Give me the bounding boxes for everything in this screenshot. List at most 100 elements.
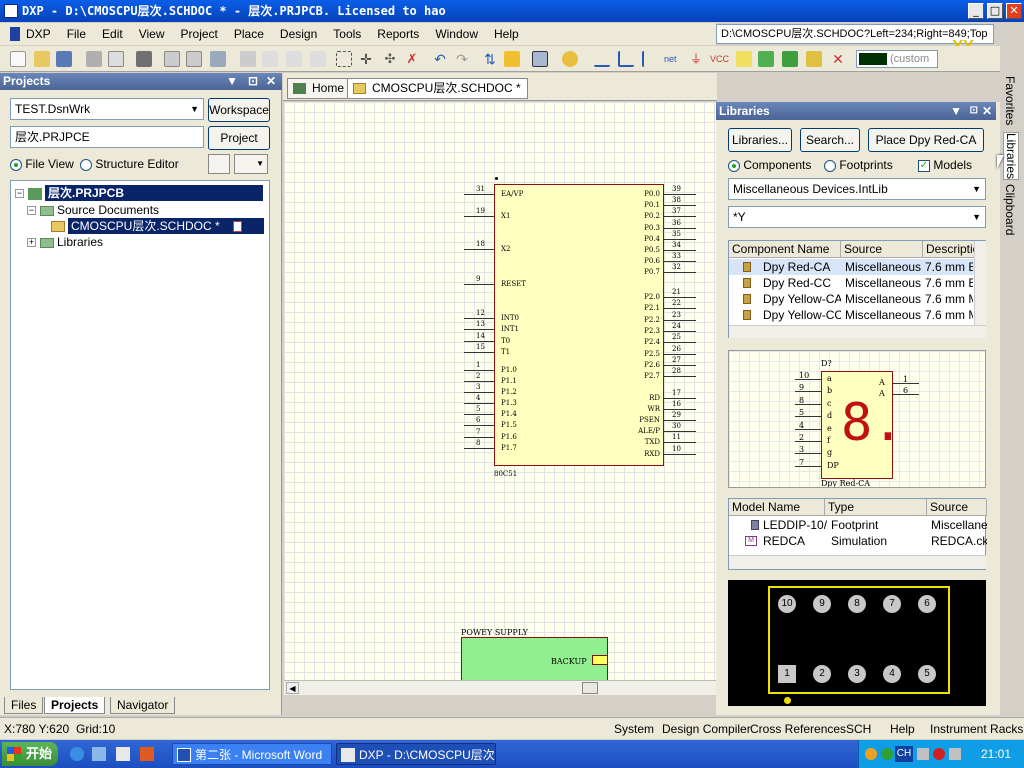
cut-icon[interactable] <box>240 51 256 67</box>
tab-favorites[interactable]: Favorites <box>1003 76 1017 125</box>
minimize-button[interactable]: _ <box>968 3 984 19</box>
paste-icon[interactable] <box>286 51 302 67</box>
model-list-hscroll[interactable] <box>729 555 986 569</box>
open-folder-icon[interactable] <box>34 51 50 67</box>
column-header-source[interactable]: Source <box>841 241 923 258</box>
status-design-compiler[interactable]: Design Compiler <box>662 722 751 736</box>
rubber-stamp-icon[interactable] <box>310 51 326 67</box>
menu-help[interactable]: Help <box>486 27 527 41</box>
menu-view[interactable]: View <box>131 27 173 41</box>
tab-libraries[interactable]: Libraries <box>1003 132 1019 181</box>
layers-icon[interactable] <box>136 51 152 67</box>
menu-place[interactable]: Place <box>226 27 272 41</box>
ground-icon[interactable]: ⏚ <box>688 51 704 67</box>
scroll-left-icon[interactable]: ◀ <box>286 682 299 694</box>
move-icon[interactable]: ✛ <box>358 51 374 67</box>
component-filter-input[interactable]: *Y ▼ <box>728 206 986 228</box>
sheet-symbol-icon[interactable] <box>758 51 774 67</box>
component-row[interactable]: Dpy Red-CA Miscellaneous D7.6 mm Bl <box>729 259 974 275</box>
task-dxp[interactable]: DXP - D:\CMOSCPU层次.... <box>336 743 496 765</box>
expand-icon[interactable]: + <box>27 238 36 248</box>
tray-keyboard-icon[interactable] <box>917 748 929 760</box>
zoom-area-icon[interactable] <box>186 51 202 67</box>
footprints-radio[interactable]: Footprints <box>824 158 893 172</box>
menu-tools[interactable]: Tools <box>325 27 369 41</box>
place-part-icon[interactable] <box>736 51 752 67</box>
backup-port[interactable] <box>592 655 608 665</box>
pin-icon[interactable]: ⊡ <box>970 102 978 120</box>
menu-project[interactable]: Project <box>173 27 226 41</box>
hierarchy-icon[interactable]: ⇅ <box>482 51 498 67</box>
model-row[interactable]: M REDCA Simulation REDCA.ckt <box>729 533 987 549</box>
column-header-model-name[interactable]: Model Name <box>729 499 825 516</box>
panel-menu-icon[interactable]: ▼ <box>226 73 238 90</box>
panel-close-icon[interactable]: ✕ <box>266 73 276 90</box>
column-header-description[interactable]: Descriptio <box>923 241 979 258</box>
tab-clipboard[interactable]: Clipboard <box>1003 184 1017 235</box>
workspace-combo[interactable]: TEST.DsnWrk ▼ <box>10 98 204 120</box>
column-header-component-name[interactable]: Component Name <box>729 241 841 258</box>
bus-icon[interactable] <box>618 51 634 67</box>
component-list-vscroll[interactable] <box>974 241 986 325</box>
vcc-icon[interactable]: VCC <box>710 51 729 67</box>
status-system[interactable]: System <box>614 722 654 736</box>
ie-icon[interactable] <box>70 747 84 761</box>
models-checkbox[interactable]: ✓ Models <box>918 158 972 172</box>
menu-edit[interactable]: Edit <box>94 27 131 41</box>
libraries-button[interactable]: Libraries... <box>728 128 792 152</box>
highlight-icon[interactable] <box>504 51 520 67</box>
custom-color-field[interactable]: (custom <box>856 50 938 68</box>
tree-item-project[interactable]: − 层次.PRJPCB <box>15 185 263 201</box>
new-file-icon[interactable] <box>10 51 26 67</box>
compile-icon[interactable] <box>208 154 230 174</box>
project-button[interactable]: Project <box>208 126 270 150</box>
undo-icon[interactable]: ↶ <box>432 51 448 67</box>
workspace-button[interactable]: Workspace <box>208 98 270 122</box>
tab-projects[interactable]: Projects <box>44 697 106 714</box>
place-component-button[interactable]: Place Dpy Red-CA <box>868 128 984 152</box>
copy-icon[interactable] <box>262 51 278 67</box>
ime-indicator[interactable]: CH <box>895 746 913 762</box>
model-row[interactable]: LEDDIP-10/C Footprint Miscellaneo <box>729 517 987 533</box>
tree-item-source-documents[interactable]: − Source Documents <box>27 202 159 218</box>
no-erc-icon[interactable]: ✕ <box>830 51 846 67</box>
status-instrument-racks[interactable]: Instrument Racks <box>930 722 1023 736</box>
panel-close-icon[interactable]: ✕ <box>982 102 992 120</box>
tray-app-icon[interactable] <box>865 748 877 760</box>
zoom-fit-icon[interactable] <box>210 51 226 67</box>
start-button[interactable]: 开始 <box>2 742 58 766</box>
print-icon[interactable] <box>86 51 102 67</box>
panel-menu-icon[interactable]: ▼ <box>950 102 962 120</box>
canvas-horizontal-scrollbar[interactable]: ◀ <box>284 680 716 695</box>
media-icon[interactable] <box>140 747 154 761</box>
select-icon[interactable]: ✣ <box>382 51 398 67</box>
dxp-app-icon[interactable] <box>4 4 18 18</box>
menu-window[interactable]: Window <box>427 27 486 41</box>
menu-file[interactable]: File <box>59 27 94 41</box>
net-label-icon[interactable]: net <box>664 51 680 67</box>
menu-design[interactable]: Design <box>272 27 325 41</box>
component-list-hscroll[interactable] <box>729 325 986 338</box>
power-supply-sheet[interactable]: BACKUP <box>461 637 608 680</box>
tree-item-libraries[interactable]: + Libraries <box>27 234 103 250</box>
quicklaunch-icon[interactable] <box>92 747 106 761</box>
menu-reports[interactable]: Reports <box>369 27 427 41</box>
library-select[interactable]: Miscellaneous Devices.IntLib ▼ <box>728 178 986 200</box>
tab-home[interactable]: Home <box>287 78 352 99</box>
zoom-icon[interactable] <box>164 51 180 67</box>
task-word[interactable]: 第二张 - Microsoft Word <box>172 743 332 765</box>
tray-network-icon[interactable] <box>881 748 893 760</box>
component-row[interactable]: Dpy Yellow-CA Miscellaneous D7.6 mm M <box>729 291 974 307</box>
tray-security-icon[interactable] <box>933 748 945 760</box>
maximize-button[interactable]: □ <box>987 3 1003 19</box>
redo-icon[interactable]: ↷ <box>454 51 470 67</box>
bus-entry-icon[interactable] <box>642 51 658 67</box>
tab-files[interactable]: Files <box>4 697 44 714</box>
desktop-icon[interactable] <box>116 747 130 761</box>
schematic-canvas[interactable]: 80C51 31 EA/VP 19 X1 18 X2 9 RESET 12 INT0 13 INT1 1… <box>284 102 716 680</box>
search-button[interactable]: Search... <box>800 128 860 152</box>
components-radio[interactable]: Components <box>728 158 811 172</box>
tab-schematic[interactable]: CMOSCPU层次.SCHDOC * <box>347 78 528 99</box>
filter-icon[interactable] <box>532 51 548 67</box>
pin-icon[interactable]: ⊡ <box>248 73 258 90</box>
